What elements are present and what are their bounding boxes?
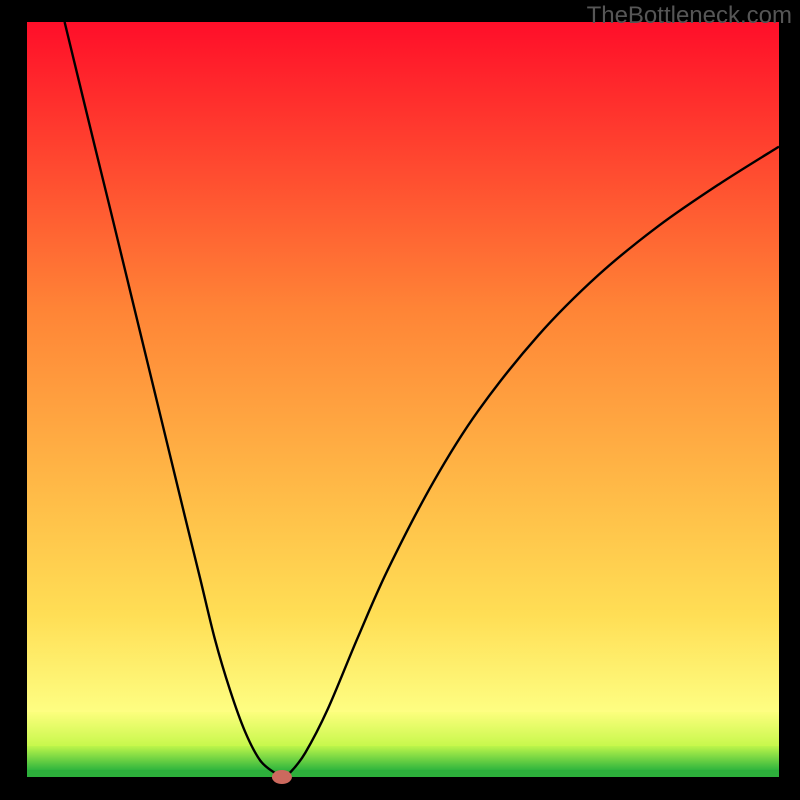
bottleneck-chart	[0, 0, 800, 800]
chart-container: TheBottleneck.com	[0, 0, 800, 800]
min-point-marker	[272, 770, 292, 784]
